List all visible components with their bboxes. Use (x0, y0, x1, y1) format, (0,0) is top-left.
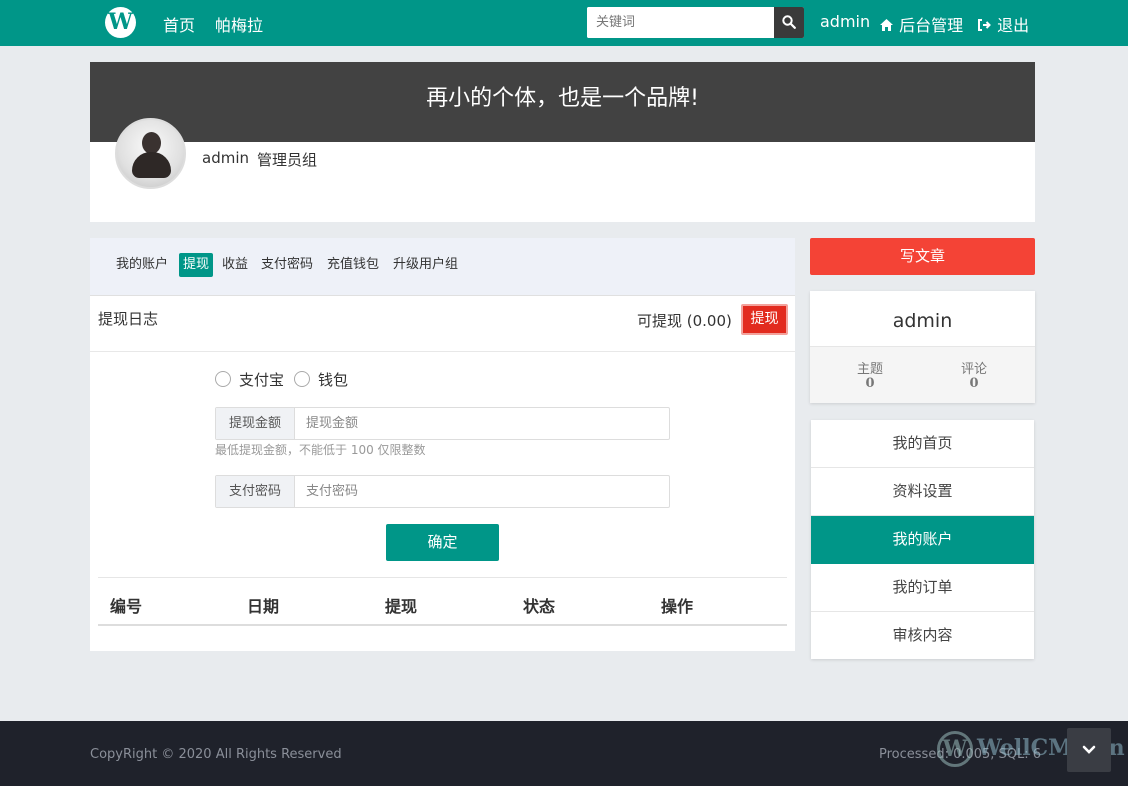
tab-pay-password[interactable]: 支付密码 (261, 253, 313, 277)
col-amount: 提现 (385, 597, 418, 616)
nav-home-link[interactable]: 首页 (163, 12, 195, 36)
nav-logout-link[interactable]: 退出 (977, 12, 1029, 36)
hero-user-group: 管理员组 (257, 151, 318, 169)
search-input[interactable] (587, 7, 774, 38)
avatar-body (132, 152, 171, 178)
nav-pamela-link[interactable]: 帕梅拉 (215, 12, 263, 36)
withdraw-table-header: 编号 日期 提现 状态 操作 (98, 577, 787, 626)
footer: CopyRight © 2020 All Rights Reserved Pro… (0, 721, 1128, 786)
site-logo[interactable]: W (105, 7, 136, 38)
scroll-toggle-button[interactable] (1067, 728, 1111, 772)
col-id: 编号 (110, 597, 143, 616)
radio-alipay-label[interactable]: 支付宝 (239, 369, 284, 390)
user-card-stats: 主题 0 评论 0 (810, 346, 1035, 403)
topics-label: 主题 (856, 362, 883, 377)
nav-admin-label: 后台管理 (899, 16, 964, 35)
profile-hero: 再小的个体，也是一个品牌! admin 管理员组 (90, 62, 1035, 222)
home-icon (880, 19, 893, 31)
sidebar-menu: 我的首页 资料设置 我的账户 我的订单 审核内容 (811, 420, 1034, 659)
radio-alipay[interactable] (215, 371, 231, 387)
withdraw-button[interactable]: 提现 (741, 304, 788, 335)
amount-hint: 最低提现金额，不能低于 100 仅限整数 (215, 443, 426, 457)
tab-recharge-wallet[interactable]: 充值钱包 (327, 253, 379, 277)
search-button[interactable] (774, 7, 804, 38)
nav-logout-label: 退出 (997, 16, 1030, 35)
chevron-down-icon (1082, 745, 1096, 754)
sidebar-item-profile-settings[interactable]: 资料设置 (811, 468, 1034, 516)
write-article-button[interactable]: 写文章 (810, 238, 1035, 275)
avatar-head (142, 132, 161, 154)
password-field: 支付密码 (215, 475, 670, 508)
password-input[interactable] (296, 476, 668, 507)
tab-withdraw[interactable]: 提现 (179, 253, 214, 277)
nav-admin-link[interactable]: 后台管理 (879, 12, 963, 36)
sidebar-item-review-content[interactable]: 审核内容 (811, 612, 1034, 660)
withdraw-log-title: 提现日志 (98, 310, 159, 328)
wellcms-logo-icon: W (937, 731, 973, 767)
hero-slogan: 再小的个体，也是一个品牌! (90, 62, 1035, 142)
search-box (587, 7, 804, 38)
comments-count: 0 (969, 376, 979, 391)
tab-upgrade-group[interactable]: 升级用户组 (393, 253, 458, 277)
col-date: 日期 (247, 597, 280, 616)
available-balance: 可提现 (0.00) (637, 312, 732, 330)
col-actions: 操作 (661, 597, 694, 616)
tab-earnings[interactable]: 收益 (222, 253, 248, 277)
col-status: 状态 (523, 597, 556, 616)
radio-wallet[interactable] (294, 371, 310, 387)
sidebar-item-my-orders[interactable]: 我的订单 (811, 564, 1034, 612)
tab-my-account[interactable]: 我的账户 (116, 253, 168, 277)
user-card: admin 主题 0 评论 0 (810, 291, 1035, 403)
account-tabs: 我的账户 提现 收益 支付密码 充值钱包 升级用户组 (90, 238, 795, 296)
section-divider (90, 351, 795, 352)
nav-user-link[interactable]: admin (820, 12, 870, 31)
radio-wallet-label[interactable]: 钱包 (318, 369, 348, 390)
amount-input[interactable] (296, 408, 668, 439)
sidebar-item-my-home[interactable]: 我的首页 (811, 420, 1034, 468)
confirm-button[interactable]: 确定 (386, 524, 499, 561)
avatar[interactable] (115, 118, 186, 189)
topics-count: 0 (865, 376, 875, 391)
hero-username: admin (202, 149, 249, 167)
logout-icon (978, 19, 991, 31)
top-navbar: W 首页 帕梅拉 admin 后台管理 退出 (0, 0, 1128, 46)
user-card-name[interactable]: admin (810, 310, 1035, 332)
sidebar-item-my-account[interactable]: 我的账户 (811, 516, 1034, 564)
main-panel: 我的账户 提现 收益 支付密码 充值钱包 升级用户组 提现日志 可提现 (0.0… (90, 238, 795, 651)
password-label: 支付密码 (216, 476, 295, 507)
footer-copyright: CopyRight © 2020 All Rights Reserved (90, 747, 342, 762)
amount-label: 提现金额 (216, 408, 295, 439)
search-icon (782, 15, 796, 29)
comments-label: 评论 (960, 362, 987, 377)
amount-field: 提现金额 (215, 407, 670, 440)
